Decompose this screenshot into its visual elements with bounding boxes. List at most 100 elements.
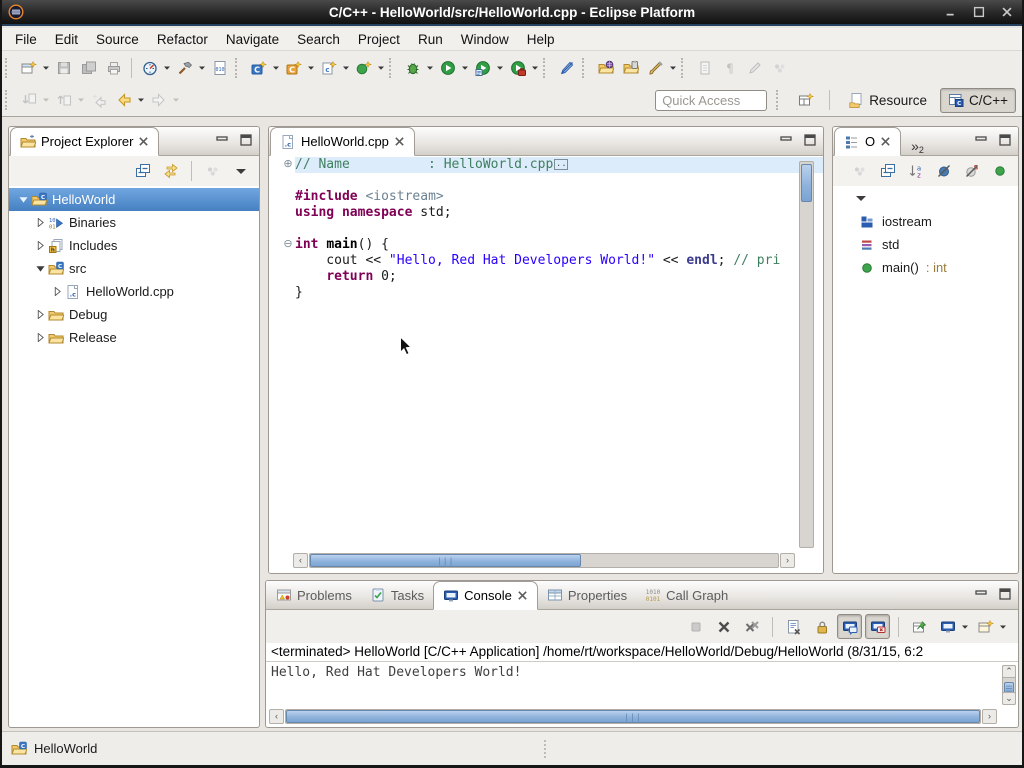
run-configurations-dropdown[interactable] (495, 55, 505, 80)
minimize-icon[interactable] (215, 133, 229, 147)
open-console-button[interactable] (973, 614, 998, 639)
close-icon[interactable] (517, 590, 528, 601)
tab-editor-helloworld-cpp[interactable]: .c HelloWorld.cpp (270, 127, 415, 156)
console-hscroll-right-button[interactable]: › (982, 709, 997, 724)
new-source-file-dropdown[interactable] (341, 55, 351, 80)
link-with-editor-button[interactable] (158, 159, 183, 184)
menu-edit[interactable]: Edit (46, 30, 87, 49)
console-horizontal-scrollbar[interactable]: ||| (285, 709, 981, 724)
console-output[interactable]: Hello, Red Hat Developers World! (266, 663, 1002, 707)
quick-access-input[interactable] (655, 90, 767, 111)
run-button[interactable] (435, 55, 460, 80)
clear-console-button[interactable] (781, 614, 806, 639)
minimize-icon[interactable] (779, 133, 793, 147)
minimize-icon[interactable] (974, 133, 988, 147)
close-icon[interactable] (880, 136, 891, 147)
perspective-cpp-button[interactable]: C C/C++ (940, 88, 1016, 113)
outline-item-iostream[interactable]: iostream (833, 210, 1018, 233)
tab-console[interactable]: Console (433, 581, 538, 610)
new-cpp-project-dropdown[interactable] (306, 55, 316, 80)
window-minimize-icon[interactable] (944, 5, 958, 19)
editor-hscroll-left-button[interactable]: ‹ (293, 553, 308, 568)
mark-occurrences-button[interactable] (554, 55, 579, 80)
remove-all-terminated-button[interactable] (739, 614, 764, 639)
open-resource-button[interactable] (618, 55, 643, 80)
menu-window[interactable]: Window (452, 30, 518, 49)
pin-console-button[interactable] (907, 614, 932, 639)
external-tools-dropdown[interactable] (530, 55, 540, 80)
tab-properties[interactable]: Properties (538, 581, 636, 609)
fold-plus-icon[interactable]: ⊕ (281, 157, 295, 173)
open-task-button[interactable] (593, 55, 618, 80)
maximize-icon[interactable] (998, 133, 1012, 147)
collapse-all-button[interactable] (875, 159, 900, 184)
window-maximize-icon[interactable] (972, 5, 986, 19)
more-views-chevron[interactable]: »2 (911, 138, 924, 155)
console-hscroll-left-button[interactable]: ‹ (269, 709, 284, 724)
view-menu-button[interactable] (228, 159, 253, 184)
tab-call-graph[interactable]: 10100101Call Graph (636, 581, 737, 609)
run-dropdown[interactable] (460, 55, 470, 80)
window-close-icon[interactable] (1000, 5, 1014, 19)
code-editor[interactable]: ⊕// Name : HelloWorld.cpp..#include <ios… (269, 157, 823, 573)
fold-minus-icon[interactable]: ⊖ (281, 237, 295, 253)
new-cpp-project-button[interactable]: C (281, 55, 306, 80)
tree-item-src[interactable]: Csrc (9, 257, 259, 280)
twisty-collapsed[interactable] (32, 218, 48, 227)
twisty-collapsed[interactable] (32, 333, 48, 342)
twisty-collapsed[interactable] (32, 310, 48, 319)
tree-item-debug[interactable]: Debug (9, 303, 259, 326)
display-selected-console-button[interactable] (935, 614, 960, 639)
hide-fields-button[interactable] (931, 159, 956, 184)
profiling-tools-dropdown[interactable] (162, 55, 172, 80)
twisty-expanded[interactable] (15, 195, 31, 204)
tab-problems[interactable]: Problems (267, 581, 361, 609)
console-vertical-scrollbar[interactable]: ⌃ ☰ ⌄ (1002, 665, 1016, 705)
twisty-collapsed[interactable] (32, 241, 48, 250)
menu-navigate[interactable]: Navigate (217, 30, 288, 49)
new-dropdown[interactable] (41, 55, 51, 80)
back-button[interactable] (111, 88, 136, 113)
hide-non-public-members-button[interactable] (987, 159, 1012, 184)
editor-vertical-scrollbar[interactable] (799, 161, 814, 548)
display-selected-console-dropdown[interactable] (960, 614, 970, 639)
folded-region-indicator[interactable]: .. (554, 159, 568, 170)
show-on-stdout-button[interactable] (837, 614, 862, 639)
close-icon[interactable] (138, 136, 149, 147)
highlight-dropdown[interactable] (668, 55, 678, 80)
menu-source[interactable]: Source (87, 30, 148, 49)
collapse-all-button[interactable] (130, 159, 155, 184)
twisty-expanded[interactable] (32, 264, 48, 273)
new-source-file-button[interactable]: c (316, 55, 341, 80)
new-c-project-button[interactable]: C (246, 55, 271, 80)
tree-item-includes[interactable]: hIncludes (9, 234, 259, 257)
run-configurations-button[interactable] (470, 55, 495, 80)
tree-item-binaries[interactable]: 1001Binaries (9, 211, 259, 234)
external-tools-button[interactable] (505, 55, 530, 80)
maximize-icon[interactable] (239, 133, 253, 147)
twisty-collapsed[interactable] (49, 287, 65, 296)
open-perspective-button[interactable] (793, 88, 818, 113)
new-class-button[interactable] (351, 55, 376, 80)
editor-hscroll-right-button[interactable]: › (780, 553, 795, 568)
editor-horizontal-scrollbar[interactable]: ||| (309, 553, 779, 568)
menu-project[interactable]: Project (349, 30, 409, 49)
tab-project-explorer[interactable]: Project Explorer (10, 127, 159, 156)
new-c-project-dropdown[interactable] (271, 55, 281, 80)
tree-item-helloworld-cpp[interactable]: .cHelloWorld.cpp (9, 280, 259, 303)
outline-item-main[interactable]: main() : int (833, 256, 1018, 279)
new-class-dropdown[interactable] (376, 55, 386, 80)
maximize-icon[interactable] (998, 587, 1012, 601)
back-dropdown[interactable] (136, 88, 146, 113)
perspective-resource-button[interactable]: Resource (841, 88, 934, 113)
sort-button[interactable]: az (903, 159, 928, 184)
tree-item-helloworld[interactable]: CHelloWorld (9, 188, 259, 211)
hide-static-members-button[interactable]: S (959, 159, 984, 184)
new-button[interactable] (16, 55, 41, 80)
highlight-button[interactable] (643, 55, 668, 80)
tab-outline[interactable]: O (834, 127, 901, 156)
open-console-dropdown[interactable] (998, 614, 1008, 639)
menu-file[interactable]: File (6, 30, 46, 49)
new-binary-button[interactable]: 010 (207, 55, 232, 80)
menu-refactor[interactable]: Refactor (148, 30, 217, 49)
